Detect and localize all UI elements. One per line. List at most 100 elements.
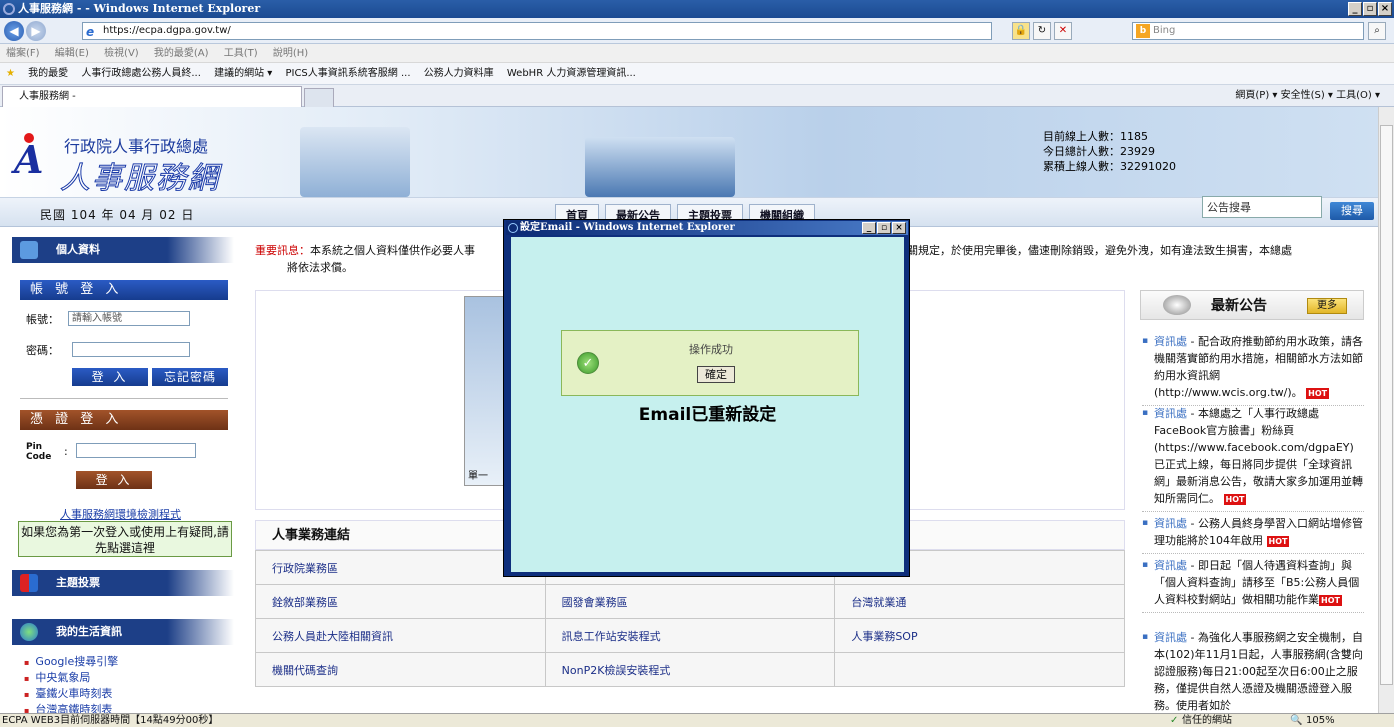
header-photo-people xyxy=(300,127,410,197)
link-cell[interactable]: 訊息工作站安裝程式 xyxy=(544,618,836,653)
ie-logo-icon xyxy=(508,223,518,233)
search-button[interactable]: 搜尋 xyxy=(1330,202,1374,220)
speaker-icon xyxy=(1163,295,1191,315)
account-input[interactable]: 請輸入帳號 xyxy=(68,311,190,326)
fav-link-1[interactable]: 人事行政總處公務人員終... xyxy=(81,68,201,79)
link-cell[interactable]: 銓敘部業務區 xyxy=(255,584,546,619)
announcement-search-input[interactable]: 公告搜尋 xyxy=(1202,196,1322,218)
new-tab-button[interactable] xyxy=(304,88,334,107)
lock-icon[interactable]: 🔒 xyxy=(1012,22,1030,40)
personal-section-header: 個人資料 xyxy=(12,237,234,263)
link-cell[interactable]: 台灣就業通 xyxy=(834,584,1125,619)
tab-row: 人事服務網 - 網頁(P) ▾ 安全性(S) ▾ 工具(O) ▾ xyxy=(0,85,1394,107)
env-check-link[interactable]: 人事服務網環境檢測程式 xyxy=(60,506,181,522)
site-logo[interactable]: A xyxy=(14,133,43,182)
dialog-close-button[interactable]: × xyxy=(892,222,906,234)
scroll-thumb[interactable] xyxy=(1380,125,1393,685)
link-cell[interactable]: 人事業務SOP xyxy=(834,618,1125,653)
menu-favorites[interactable]: 我的最愛(A) xyxy=(154,48,209,59)
vote-section-header[interactable]: 主題投票 xyxy=(12,570,234,596)
notice-text-2: 之相關規定，於使用完畢後，儘速刪除銷毀，避免外洩，如有違法致生損害，本總處 xyxy=(885,244,1292,257)
life-link-weather[interactable]: 中央氣象局 xyxy=(24,669,90,685)
password-input[interactable] xyxy=(72,342,190,357)
link-cell[interactable]: 國發會業務區 xyxy=(544,584,836,619)
news-item[interactable]: 資訊處 - 配合政府推動節約用水政策，請各機關落實節約用水措施，相關節水方法如節… xyxy=(1142,333,1364,406)
fav-link-5[interactable]: WebHR 人力資源管理資訊... xyxy=(507,68,636,79)
menu-tools[interactable]: 工具(T) xyxy=(224,48,258,59)
life-link-train[interactable]: 臺鐵火車時刻表 xyxy=(24,685,112,701)
life-link-google[interactable]: Google搜尋引擎 xyxy=(24,653,118,669)
header-photo-building xyxy=(585,137,735,197)
success-message-box: ✓ 操作成功 確定 xyxy=(561,330,859,396)
refresh-icon[interactable]: ↻ xyxy=(1033,22,1051,40)
dialog-titlebar[interactable]: 設定Email - Windows Internet Explorer _ ▫ … xyxy=(506,221,908,235)
search-icon[interactable]: ⌕ xyxy=(1368,22,1386,40)
menu-view[interactable]: 檢視(V) xyxy=(104,48,139,59)
address-bar[interactable]: e https://ecpa.dgpa.gov.tw/ xyxy=(82,22,992,40)
trusted-zone-icon: ✓ xyxy=(1170,715,1179,726)
globe-icon xyxy=(20,623,38,641)
pin-label: Pin Code xyxy=(26,442,52,462)
menu-help[interactable]: 說明(H) xyxy=(273,48,308,59)
status-text: ECPA WEB3目前伺服器時間【14點49分00秒】 xyxy=(2,715,219,726)
first-time-help-box[interactable]: 如果您為第一次登入或使用上有疑問,請先點選這裡 xyxy=(18,521,232,557)
notice-text-3: 將依法求償。 xyxy=(287,261,353,274)
online-count: 目前線上人數：1185 xyxy=(1043,130,1148,143)
today-count: 今日總計人數：23929 xyxy=(1043,145,1155,158)
address-toolbar: ◀ ▶ e https://ecpa.dgpa.gov.tw/ 🔒 ↻ ✕ b … xyxy=(0,18,1394,44)
set-email-dialog: 設定Email - Windows Internet Explorer _ ▫ … xyxy=(503,219,910,577)
fav-link-2[interactable]: 建議的網站 ▾ xyxy=(214,68,272,79)
life-link-hsr[interactable]: 台灣高鐵時刻表 xyxy=(24,701,112,713)
fav-link-3[interactable]: PICS人事資訊系統客服網 ... xyxy=(285,68,410,79)
stop-icon[interactable]: ✕ xyxy=(1054,22,1072,40)
command-bar[interactable]: 網頁(P) ▾ 安全性(S) ▾ 工具(O) ▾ xyxy=(1235,85,1380,107)
menu-edit[interactable]: 編輯(E) xyxy=(55,48,89,59)
link-cell[interactable]: 機關代碼查詢 xyxy=(255,652,546,687)
window-titlebar[interactable]: 人事服務網 - - Windows Internet Explorer _ ▫ … xyxy=(0,0,1394,18)
link-cell[interactable]: 公務人員赴大陸相關資訊 xyxy=(255,618,546,653)
vertical-scrollbar[interactable] xyxy=(1378,107,1394,713)
dialog-minimize-button[interactable]: _ xyxy=(862,222,876,234)
news-item[interactable]: 資訊處 - 即日起「個人待遇資料查詢」與「個人資料查詢」請移至「B5:公務人員個… xyxy=(1142,557,1364,613)
person-icon xyxy=(20,241,38,259)
login-button[interactable]: 登 入 xyxy=(72,368,148,386)
forward-icon[interactable]: ▶ xyxy=(26,21,46,41)
cert-login-button[interactable]: 登 入 xyxy=(76,471,152,489)
news-item[interactable]: 資訊處 - 為強化人事服務網之安全機制，自本(102)年11月1日起，人事服務網… xyxy=(1142,629,1364,713)
browser-tab[interactable]: 人事服務網 - xyxy=(2,86,302,107)
current-date: 民國 104 年 04 月 02 日 xyxy=(40,208,195,222)
total-count: 累積上線人數：32291020 xyxy=(1043,160,1176,173)
search-box[interactable]: b Bing xyxy=(1132,22,1364,40)
ie-page-icon: e xyxy=(86,25,95,39)
cert-login-bar: 憑 證 登 入 xyxy=(20,410,228,430)
favorites-button[interactable]: 我的最愛 xyxy=(28,68,68,79)
maximize-button[interactable]: ▫ xyxy=(1363,2,1377,16)
zoom-level[interactable]: 105% xyxy=(1306,714,1335,727)
pin-input[interactable] xyxy=(76,443,196,458)
back-icon[interactable]: ◀ xyxy=(4,21,24,41)
dialog-maximize-button[interactable]: ▫ xyxy=(877,222,891,234)
link-cell[interactable]: 行政院業務區 xyxy=(255,550,546,585)
dialog-title: 設定Email - Windows Internet Explorer xyxy=(520,222,735,233)
chart-icon xyxy=(20,574,38,592)
hot-badge: HOT xyxy=(1306,387,1330,399)
hot-badge: HOT xyxy=(1266,535,1290,547)
ok-button[interactable]: 確定 xyxy=(697,366,735,383)
banner-fragment: 單一 xyxy=(468,471,488,482)
close-button[interactable]: × xyxy=(1378,2,1392,16)
ie-logo-icon xyxy=(3,3,15,15)
news-item[interactable]: 資訊處 - 公務人員終身學習入口網站增修管理功能將於104年啟用 HOT xyxy=(1142,515,1364,554)
star-icon: ★ xyxy=(6,68,15,79)
minimize-button[interactable]: _ xyxy=(1348,2,1362,16)
link-cell[interactable]: NonP2K檢誤安裝程式 xyxy=(544,652,836,687)
status-bar: ECPA WEB3目前伺服器時間【14點49分00秒】 ✓ 信任的網站 🔍 10… xyxy=(0,713,1394,727)
zoom-icon[interactable]: 🔍 xyxy=(1290,714,1302,727)
menu-file[interactable]: 檔案(F) xyxy=(6,48,40,59)
news-item[interactable]: 資訊處 - 本總處之「人事行政總處FaceBook官方臉書」粉絲頁(https:… xyxy=(1142,405,1364,512)
web-page: A 行政院人事行政總處 人事服務網 目前線上人數：1185 今日總計人數：239… xyxy=(0,107,1378,713)
fav-link-4[interactable]: 公務人力資料庫 xyxy=(424,68,494,79)
forgot-password-button[interactable]: 忘記密碼 xyxy=(152,368,228,386)
bing-icon: b xyxy=(1136,24,1150,38)
link-cell[interactable] xyxy=(834,652,1125,687)
more-news-button[interactable]: 更多 xyxy=(1307,298,1347,314)
